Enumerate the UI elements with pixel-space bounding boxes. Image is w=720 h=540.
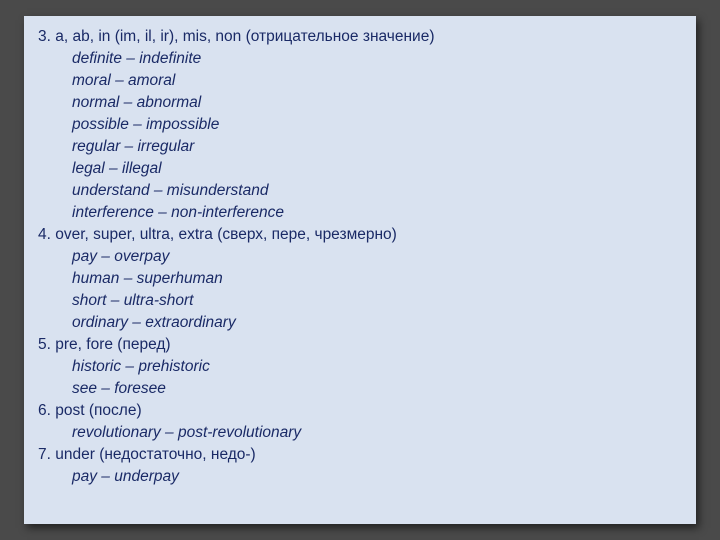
prefix-group: 6. post (после)revolutionary – post-revo…	[38, 400, 682, 444]
group-title: under (недостаточно, недо-)	[55, 446, 255, 463]
example-line: definite – indefinite	[38, 48, 682, 70]
example-line: moral – amoral	[38, 70, 682, 92]
example-line: interference – non-interference	[38, 202, 682, 224]
example-line: short – ultra-short	[38, 290, 682, 312]
prefix-group: 5. pre, fore (перед)historic – prehistor…	[38, 334, 682, 400]
example-line: see – foresee	[38, 378, 682, 400]
example-line: pay – underpay	[38, 466, 682, 488]
prefix-group: 7. under (недостаточно, недо-)pay – unde…	[38, 444, 682, 488]
prefix-list: 3. a, ab, in (im, il, ir), mis, non (отр…	[38, 26, 682, 488]
group-heading: 5. pre, fore (перед)	[38, 334, 682, 356]
prefix-group: 4. over, super, ultra, extra (сверх, пер…	[38, 224, 682, 334]
example-line: human – superhuman	[38, 268, 682, 290]
example-line: legal – illegal	[38, 158, 682, 180]
group-heading: 4. over, super, ultra, extra (сверх, пер…	[38, 224, 682, 246]
example-line: pay – overpay	[38, 246, 682, 268]
group-number: 3.	[38, 28, 51, 45]
group-heading: 7. under (недостаточно, недо-)	[38, 444, 682, 466]
group-number: 4.	[38, 226, 51, 243]
group-number: 6.	[38, 402, 51, 419]
content-card: 3. a, ab, in (im, il, ir), mis, non (отр…	[24, 16, 696, 524]
example-line: regular – irregular	[38, 136, 682, 158]
prefix-group: 3. a, ab, in (im, il, ir), mis, non (отр…	[38, 26, 682, 224]
example-line: ordinary – extraordinary	[38, 312, 682, 334]
example-line: revolutionary – post-revolutionary	[38, 422, 682, 444]
example-line: normal – abnormal	[38, 92, 682, 114]
example-line: possible – impossible	[38, 114, 682, 136]
group-heading: 6. post (после)	[38, 400, 682, 422]
group-number: 5.	[38, 336, 51, 353]
group-title: pre, fore (перед)	[55, 336, 170, 353]
group-title: a, ab, in (im, il, ir), mis, non (отрица…	[55, 28, 434, 45]
example-line: historic – prehistoric	[38, 356, 682, 378]
group-title: post (после)	[55, 402, 141, 419]
example-line: understand – misunderstand	[38, 180, 682, 202]
group-number: 7.	[38, 446, 51, 463]
group-heading: 3. a, ab, in (im, il, ir), mis, non (отр…	[38, 26, 682, 48]
group-title: over, super, ultra, extra (сверх, пере, …	[55, 226, 397, 243]
